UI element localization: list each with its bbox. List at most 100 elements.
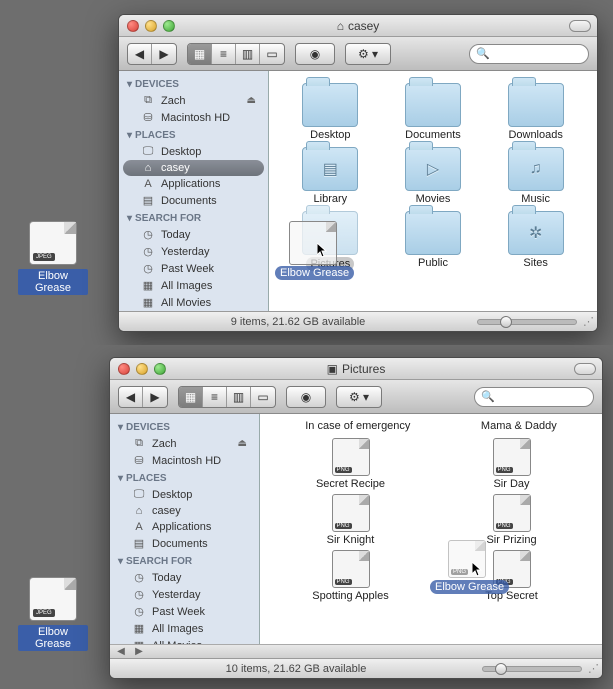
disclosure-icon[interactable]: ▾ [118,556,123,567]
sidebar-place-desktop[interactable]: 🖵Desktop [114,486,255,503]
sidebar-search-yesterday[interactable]: ◷Yesterday [123,243,264,260]
sidebar-place-desktop[interactable]: 🖵Desktop [123,143,264,160]
file-sir-prizing[interactable]: Sir Prizing [462,494,562,546]
folder-pictures[interactable]: Pictures [280,211,380,274]
png-icon [332,494,370,532]
titlebar[interactable]: ⌂casey [119,15,597,37]
folder-public[interactable]: Public [383,211,483,274]
folder-music[interactable]: ♫Music [486,147,586,205]
column-view-button[interactable]: ▥ [227,387,251,407]
eject-icon[interactable]: ⏏ [247,95,256,106]
sidebar: ▾DEVICES ⧉Zach⏏ ⛁Macintosh HD ▾PLACES 🖵D… [110,414,260,644]
quicklook-button[interactable]: ◉ [286,386,326,408]
home-icon: ⌂ [337,19,344,33]
resize-handle[interactable]: ⋰ [588,664,600,676]
sidebar-search-all-images[interactable]: ▦All Images [123,277,264,294]
sidebar-search-all-movies[interactable]: ▦All Movies [123,294,264,311]
desktop-file[interactable]: JPEG Elbow Grease [18,577,88,651]
sidebar-place-casey[interactable]: ⌂casey [114,503,255,519]
sidebar-search-yesterday[interactable]: ◷Yesterday [114,586,255,603]
sidebar-place-documents[interactable]: ▤Documents [114,535,255,552]
sidebar-search-today[interactable]: ◷Today [114,569,255,586]
folder-sites[interactable]: ✲Sites [486,211,586,274]
close-button[interactable] [118,363,130,375]
back-button[interactable]: ◀ [128,44,152,64]
disclosure-icon[interactable]: ▾ [127,79,132,90]
forward-button[interactable]: ▶ [143,387,167,407]
status-bar: 9 items, 21.62 GB available ⋰ [119,311,597,331]
search-field[interactable]: 🔍 [469,44,589,64]
toolbar: ◀ ▶ ▦ ≡ ▥ ▭ ◉ ⚙ ▾ 🔍 [119,37,597,71]
coverflow-view-button[interactable]: ▭ [260,44,284,64]
sidebar-search-all-images[interactable]: ▦All Images [114,620,255,637]
zoom-button[interactable] [154,363,166,375]
sidebar-place-casey[interactable]: ⌂casey [123,160,264,176]
sidebar-search-past-week[interactable]: ◷Past Week [114,603,255,620]
content-area[interactable]: In case of emergency Mama & Daddy Secret… [260,414,602,644]
file-spotting-apples[interactable]: Spotting Apples [301,550,401,602]
sidebar-place-applications[interactable]: AApplications [114,519,255,535]
jpeg-icon: JPEG [29,577,77,621]
folder-icon [303,84,357,126]
back-button[interactable]: ◀ [119,387,143,407]
item-label[interactable]: In case of emergency [305,420,410,432]
icon-view-button[interactable]: ▦ [188,44,212,64]
sidebar-search-past-week[interactable]: ◷Past Week [123,260,264,277]
desktop-file[interactable]: JPEG Elbow Grease [18,221,88,295]
close-button[interactable] [127,20,139,32]
titlebar[interactable]: ▣Pictures [110,358,602,380]
disclosure-icon[interactable]: ▾ [118,473,123,484]
status-text: 10 items, 21.62 GB available [110,663,482,675]
file-secret-recipe[interactable]: Secret Recipe [301,438,401,490]
column-view-button[interactable]: ▥ [236,44,260,64]
list-view-button[interactable]: ≡ [212,44,236,64]
zoom-button[interactable] [163,20,175,32]
icon-size-slider[interactable] [477,319,577,325]
sidebar-place-documents[interactable]: ▤Documents [123,192,264,209]
clock-icon: ◷ [132,571,146,584]
minimize-button[interactable] [136,363,148,375]
movies-icon: ▷ [406,148,460,190]
forward-button[interactable]: ▶ [152,44,176,64]
toolbar-toggle-button[interactable] [569,20,591,32]
list-view-button[interactable]: ≡ [203,387,227,407]
sidebar-device-macintosh-hd[interactable]: ⛁Macintosh HD [123,109,264,126]
toolbar-toggle-button[interactable] [574,363,596,375]
horizontal-scrollbar[interactable]: ◀ ▶ [110,644,602,658]
sidebar-search-today[interactable]: ◷Today [123,226,264,243]
eject-icon[interactable]: ⏏ [238,438,247,449]
minimize-button[interactable] [145,20,157,32]
smart-icon: ▦ [141,279,155,292]
scroll-right-button[interactable]: ▶ [132,646,146,657]
search-field[interactable]: 🔍 [474,387,594,407]
quicklook-button[interactable]: ◉ [295,43,335,65]
folder-downloads[interactable]: Downloads [486,83,586,141]
icon-view-button[interactable]: ▦ [179,387,203,407]
action-menu-button[interactable]: ⚙ ▾ [336,386,382,408]
file-sir-day[interactable]: Sir Day [462,438,562,490]
sidebar-device-zach[interactable]: ⧉Zach⏏ [114,435,255,452]
action-menu-button[interactable]: ⚙ ▾ [345,43,391,65]
folder-desktop[interactable]: Desktop [280,83,380,141]
content-area[interactable]: Desktop Documents Downloads ▤Library ▷Mo… [269,71,597,311]
disclosure-icon[interactable]: ▾ [127,213,132,224]
disclosure-icon[interactable]: ▾ [127,130,132,141]
png-icon [332,438,370,476]
library-icon: ▤ [303,148,357,190]
folder-library[interactable]: ▤Library [280,147,380,205]
sidebar-search-all-movies[interactable]: ▦All Movies [114,637,255,644]
icon-size-slider[interactable] [482,666,582,672]
sidebar-device-macintosh-hd[interactable]: ⛁Macintosh HD [114,452,255,469]
coverflow-view-button[interactable]: ▭ [251,387,275,407]
disclosure-icon[interactable]: ▾ [118,422,123,433]
scroll-left-button[interactable]: ◀ [114,646,128,657]
sidebar-device-zach[interactable]: ⧉Zach⏏ [123,92,264,109]
file-sir-knight[interactable]: Sir Knight [301,494,401,546]
png-icon [332,550,370,588]
resize-handle[interactable]: ⋰ [583,317,595,329]
disk-icon: ⛁ [141,111,155,124]
item-label[interactable]: Mama & Daddy [481,420,557,432]
folder-documents[interactable]: Documents [383,83,483,141]
folder-movies[interactable]: ▷Movies [383,147,483,205]
sidebar-place-applications[interactable]: AApplications [123,176,264,192]
